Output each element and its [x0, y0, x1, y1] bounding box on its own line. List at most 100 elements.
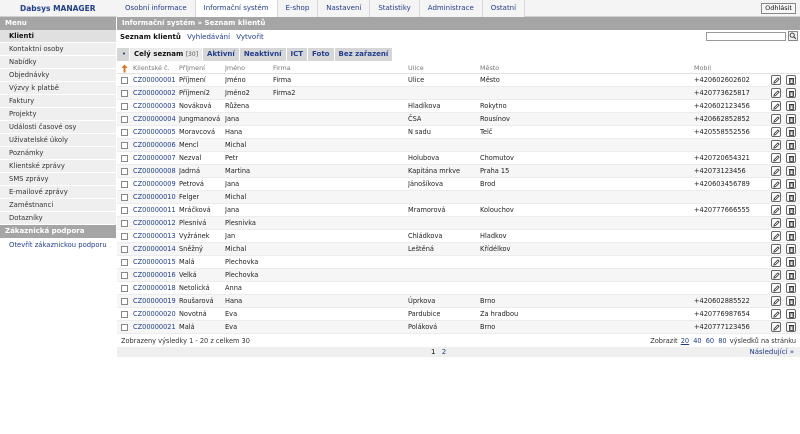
- client-id-link[interactable]: CZ00000015: [133, 256, 176, 269]
- client-id-link[interactable]: CZ00000006: [133, 139, 176, 152]
- row-checkbox[interactable]: [121, 103, 128, 110]
- row-checkbox[interactable]: [121, 116, 128, 123]
- edit-button[interactable]: [771, 257, 781, 267]
- page-1[interactable]: 1: [431, 348, 435, 356]
- delete-button[interactable]: [786, 322, 796, 332]
- row-checkbox[interactable]: [121, 142, 128, 149]
- tab-statistiky[interactable]: Statistiky: [370, 0, 420, 17]
- row-checkbox[interactable]: [121, 194, 128, 201]
- delete-button[interactable]: [786, 101, 796, 111]
- search-link[interactable]: Vyhledávání: [187, 33, 230, 41]
- delete-button[interactable]: [786, 114, 796, 124]
- delete-button[interactable]: [786, 127, 796, 137]
- client-id-link[interactable]: CZ00000005: [133, 126, 176, 139]
- delete-button[interactable]: [786, 166, 796, 176]
- row-checkbox[interactable]: [121, 272, 128, 279]
- delete-button[interactable]: [786, 88, 796, 98]
- header-first-name[interactable]: Jméno: [225, 63, 245, 74]
- edit-button[interactable]: [771, 166, 781, 176]
- client-id-link[interactable]: CZ00000003: [133, 100, 176, 113]
- delete-button[interactable]: [786, 309, 796, 319]
- client-id-link[interactable]: CZ00000004: [133, 113, 176, 126]
- edit-button[interactable]: [771, 153, 781, 163]
- sidebar-item[interactable]: Poznámky: [0, 147, 116, 160]
- sidebar-item[interactable]: Zaměstnanci: [0, 199, 116, 212]
- edit-button[interactable]: [771, 231, 781, 241]
- filter-tab-foto[interactable]: Foto: [307, 48, 333, 61]
- tab-osobni-informace[interactable]: Osobní informace: [117, 0, 196, 17]
- sidebar-item[interactable]: Uživatelské úkoly: [0, 134, 116, 147]
- client-id-link[interactable]: CZ00000007: [133, 152, 176, 165]
- filter-tab-all[interactable]: Celý seznam [30]: [129, 48, 203, 61]
- edit-button[interactable]: [771, 127, 781, 137]
- row-checkbox[interactable]: [121, 129, 128, 136]
- delete-button[interactable]: [786, 270, 796, 280]
- sidebar-item[interactable]: Klienti: [0, 30, 116, 43]
- search-input[interactable]: [706, 32, 786, 41]
- client-id-link[interactable]: CZ00000011: [133, 204, 176, 217]
- sidebar-item[interactable]: E-mailové zprávy: [0, 186, 116, 199]
- page-size-60[interactable]: 60: [706, 337, 714, 345]
- delete-button[interactable]: [786, 179, 796, 189]
- filter-tab-inactive[interactable]: Neaktivní: [238, 48, 286, 61]
- header-mobile[interactable]: Mobil: [694, 63, 711, 74]
- header-city[interactable]: Město: [480, 63, 499, 74]
- client-id-link[interactable]: CZ00000012: [133, 217, 176, 230]
- row-checkbox[interactable]: [121, 207, 128, 214]
- edit-button[interactable]: [771, 218, 781, 228]
- search-button[interactable]: [788, 31, 798, 41]
- client-id-link[interactable]: CZ00000008: [133, 165, 176, 178]
- edit-button[interactable]: [771, 88, 781, 98]
- edit-button[interactable]: [771, 283, 781, 293]
- client-id-link[interactable]: CZ00000019: [133, 295, 176, 308]
- tab-informacni-system[interactable]: Informační systém: [195, 0, 278, 17]
- sidebar-item[interactable]: Události časové osy: [0, 121, 116, 134]
- logout-button[interactable]: Odhlásit: [761, 3, 796, 14]
- tab-ostatni[interactable]: Ostatní: [482, 0, 526, 17]
- sidebar-item[interactable]: Dotazníky: [0, 212, 116, 225]
- edit-button[interactable]: [771, 101, 781, 111]
- delete-button[interactable]: [786, 231, 796, 241]
- create-link[interactable]: Vytvořit: [236, 33, 263, 41]
- client-id-link[interactable]: CZ00000009: [133, 178, 176, 191]
- edit-button[interactable]: [771, 140, 781, 150]
- edit-button[interactable]: [771, 322, 781, 332]
- open-support-link[interactable]: Otevřít zákaznickou podporu: [0, 238, 116, 252]
- edit-button[interactable]: [771, 179, 781, 189]
- delete-button[interactable]: [786, 192, 796, 202]
- client-id-link[interactable]: CZ00000002: [133, 87, 176, 100]
- edit-button[interactable]: [771, 75, 781, 85]
- page-size-40[interactable]: 40: [693, 337, 701, 345]
- row-checkbox[interactable]: [121, 324, 128, 331]
- sidebar-item[interactable]: Projekty: [0, 108, 116, 121]
- client-id-link[interactable]: CZ00000013: [133, 230, 176, 243]
- row-checkbox[interactable]: [121, 90, 128, 97]
- client-id-link[interactable]: CZ00000014: [133, 243, 176, 256]
- client-id-link[interactable]: CZ00000016: [133, 269, 176, 282]
- delete-button[interactable]: [786, 153, 796, 163]
- delete-button[interactable]: [786, 205, 796, 215]
- filter-tab-active[interactable]: Aktivní: [202, 48, 239, 61]
- client-id-link[interactable]: CZ00000018: [133, 282, 176, 295]
- header-firm[interactable]: Firma: [273, 63, 291, 74]
- edit-button[interactable]: [771, 244, 781, 254]
- row-checkbox[interactable]: [121, 298, 128, 305]
- delete-button[interactable]: [786, 283, 796, 293]
- row-checkbox[interactable]: [121, 259, 128, 266]
- row-checkbox[interactable]: [121, 155, 128, 162]
- header-street[interactable]: Ulice: [408, 63, 424, 74]
- sort-arrow-icon[interactable]: [121, 64, 128, 73]
- sidebar-item[interactable]: Výzvy k platbě: [0, 82, 116, 95]
- client-id-link[interactable]: CZ00000001: [133, 74, 176, 87]
- sidebar-item[interactable]: Faktury: [0, 95, 116, 108]
- row-checkbox[interactable]: [121, 246, 128, 253]
- delete-button[interactable]: [786, 218, 796, 228]
- row-checkbox[interactable]: [121, 181, 128, 188]
- sidebar-item[interactable]: Klientské zprávy: [0, 160, 116, 173]
- delete-button[interactable]: [786, 140, 796, 150]
- tab-nastaveni[interactable]: Nastavení: [318, 0, 371, 17]
- delete-button[interactable]: [786, 75, 796, 85]
- edit-button[interactable]: [771, 270, 781, 280]
- edit-button[interactable]: [771, 114, 781, 124]
- tab-administrace[interactable]: Administrace: [419, 0, 483, 17]
